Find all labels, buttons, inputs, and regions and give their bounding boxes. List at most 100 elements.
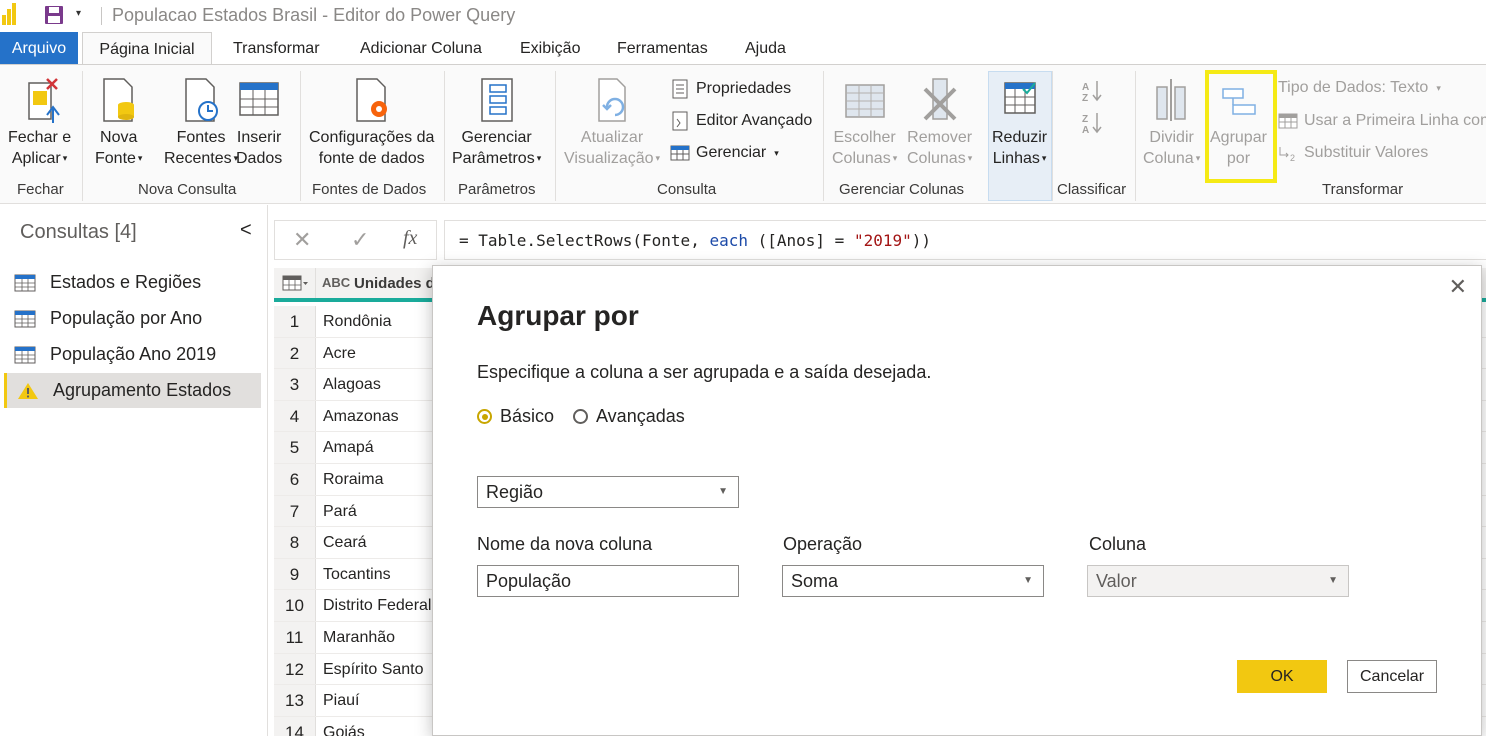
radio-basic[interactable]: Básico: [477, 406, 554, 427]
sort-descending-icon[interactable]: Z A: [1080, 111, 1104, 135]
table-cell[interactable]: Maranhão: [323, 622, 395, 653]
svg-text:Z: Z: [1082, 93, 1088, 103]
tab-transformar[interactable]: Transformar: [233, 32, 320, 65]
recent-sources-label-1: Fontes: [176, 129, 226, 146]
query-item[interactable]: População por Ano: [4, 301, 261, 336]
row-number[interactable]: 5: [274, 432, 316, 463]
row-number[interactable]: 12: [274, 653, 316, 685]
table-cell[interactable]: Pará: [323, 496, 357, 527]
row-number[interactable]: 1: [274, 306, 316, 337]
group-divider: [444, 71, 445, 201]
row-number[interactable]: 7: [274, 495, 316, 527]
enter-data-button[interactable]: Inserir Dados: [236, 75, 282, 169]
queries-pane: Consultas [4] < Estados e Regiões Popula…: [0, 205, 268, 736]
split-column-button[interactable]: Dividir Coluna ▾: [1143, 75, 1200, 169]
table-options-icon[interactable]: [274, 268, 316, 298]
table-icon: [14, 274, 36, 291]
choose-columns-button[interactable]: Escolher Colunas ▾: [832, 75, 897, 169]
row-number[interactable]: 13: [274, 685, 316, 716]
manage-parameters-button[interactable]: Gerenciar Parâmetros ▾: [452, 75, 541, 169]
table-cell[interactable]: Amazonas: [323, 401, 399, 432]
row-number[interactable]: 11: [274, 622, 316, 653]
collapse-pane-icon[interactable]: <: [240, 219, 252, 242]
save-icon[interactable]: [44, 5, 64, 25]
column-type-icon[interactable]: ABC: [322, 275, 350, 290]
tab-arquivo[interactable]: Arquivo: [0, 32, 78, 65]
properties-button[interactable]: Propriedades: [670, 79, 791, 99]
table-cell[interactable]: Goiás: [323, 717, 365, 736]
remove-columns-button[interactable]: Remover Colunas ▾: [907, 75, 972, 169]
column-value: Valor: [1096, 571, 1137, 591]
remove-columns-caret: ▾: [967, 153, 973, 164]
table-cell[interactable]: Ceará: [323, 527, 367, 558]
table-cell[interactable]: Tocantins: [323, 559, 391, 590]
split-column-icon: [1155, 79, 1186, 121]
replace-values-button[interactable]: 2 Substituir Valores: [1278, 143, 1428, 163]
table-cell[interactable]: Espírito Santo: [323, 654, 424, 685]
use-first-row-button[interactable]: Usar a Primeira Linha com: [1278, 111, 1486, 131]
tab-adicionar-coluna[interactable]: Adicionar Coluna: [360, 32, 482, 65]
table-cell[interactable]: Amapá: [323, 432, 374, 463]
queries-title: Consultas [4]: [20, 221, 137, 243]
reduce-rows-button[interactable]: Reduzir Linhas ▾: [992, 75, 1047, 169]
sort-ascending-icon[interactable]: A Z: [1080, 79, 1104, 103]
row-number[interactable]: 2: [274, 337, 316, 369]
cancel-formula-icon[interactable]: ✕: [293, 227, 311, 253]
refresh-preview-label-1: Atualizar: [580, 129, 644, 146]
ok-button[interactable]: OK: [1237, 660, 1327, 693]
row-number[interactable]: 3: [274, 369, 316, 400]
choose-columns-caret: ▾: [892, 153, 898, 164]
choose-columns-label-1: Escolher: [833, 129, 896, 146]
row-number[interactable]: 4: [274, 400, 316, 432]
reduce-rows-label-1: Reduzir: [992, 129, 1048, 146]
radio-advanced[interactable]: Avançadas: [573, 406, 685, 427]
data-type-dropdown[interactable]: Tipo de Dados: Texto ▾: [1278, 79, 1441, 97]
table-cell[interactable]: Alagoas: [323, 369, 381, 400]
group-gerenciar-colunas: Gerenciar Colunas: [839, 181, 965, 198]
operation-select[interactable]: Soma ▼: [782, 565, 1044, 597]
tab-ajuda[interactable]: Ajuda: [745, 32, 786, 65]
table-cell[interactable]: Piauí: [323, 685, 359, 716]
table-cell[interactable]: Distrito Federal: [323, 590, 431, 621]
manage-query-button[interactable]: Gerenciar ▾: [670, 143, 779, 163]
table-cell[interactable]: Acre: [323, 338, 356, 369]
row-number[interactable]: 14: [274, 716, 316, 736]
table-cell[interactable]: Roraima: [323, 464, 383, 495]
refresh-preview-button[interactable]: Atualizar Visualização ▾: [564, 75, 660, 169]
chevron-down-icon: ▼: [718, 486, 728, 497]
row-number[interactable]: 9: [274, 558, 316, 590]
svg-text:A: A: [1082, 125, 1089, 135]
cancel-button[interactable]: Cancelar: [1347, 660, 1437, 693]
new-source-button[interactable]: Nova Fonte ▾: [95, 75, 142, 169]
row-number[interactable]: 8: [274, 527, 316, 558]
tab-exibicao[interactable]: Exibição: [520, 32, 580, 65]
quick-access-dropdown[interactable]: ▾: [76, 8, 81, 19]
formula-middle: ([Anos] =: [747, 231, 854, 250]
new-column-name-input[interactable]: População: [477, 565, 739, 597]
table-icon: [239, 82, 279, 116]
row-number[interactable]: 6: [274, 464, 316, 495]
advanced-editor-button[interactable]: Editor Avançado: [670, 111, 812, 131]
fx-icon[interactable]: fx: [403, 227, 417, 250]
group-classificar: Classificar: [1057, 181, 1127, 198]
data-source-settings-button[interactable]: Configurações da fonte de dados: [309, 75, 434, 169]
group-parametros: Parâmetros: [458, 181, 536, 198]
query-item-selected[interactable]: Agrupamento Estados: [4, 373, 261, 408]
formula-prefix: = Table.SelectRows(Fonte,: [459, 231, 710, 250]
close-icon[interactable]: ✕: [1449, 274, 1467, 300]
query-item[interactable]: Estados e Regiões: [4, 265, 261, 300]
group-fechar: Fechar: [17, 181, 64, 198]
query-name: Estados e Regiões: [50, 272, 202, 292]
enter-data-label-1: Inserir: [236, 129, 282, 146]
commit-formula-icon[interactable]: ✓: [351, 227, 369, 253]
close-apply-button[interactable]: Fechar e Aplicar ▾: [8, 75, 71, 169]
tab-pagina-inicial[interactable]: Página Inicial: [82, 32, 212, 65]
row-number[interactable]: 10: [274, 590, 316, 621]
column-select[interactable]: Valor ▼: [1087, 565, 1349, 597]
formula-input[interactable]: = Table.SelectRows(Fonte, each ([Anos] =…: [444, 220, 1486, 260]
recent-sources-button[interactable]: Fontes Recentes ▾: [164, 75, 238, 169]
query-item[interactable]: População Ano 2019: [4, 337, 261, 372]
tab-ferramentas[interactable]: Ferramentas: [617, 32, 708, 65]
table-cell[interactable]: Rondônia: [323, 306, 392, 337]
group-column-select[interactable]: Região ▼: [477, 476, 739, 508]
